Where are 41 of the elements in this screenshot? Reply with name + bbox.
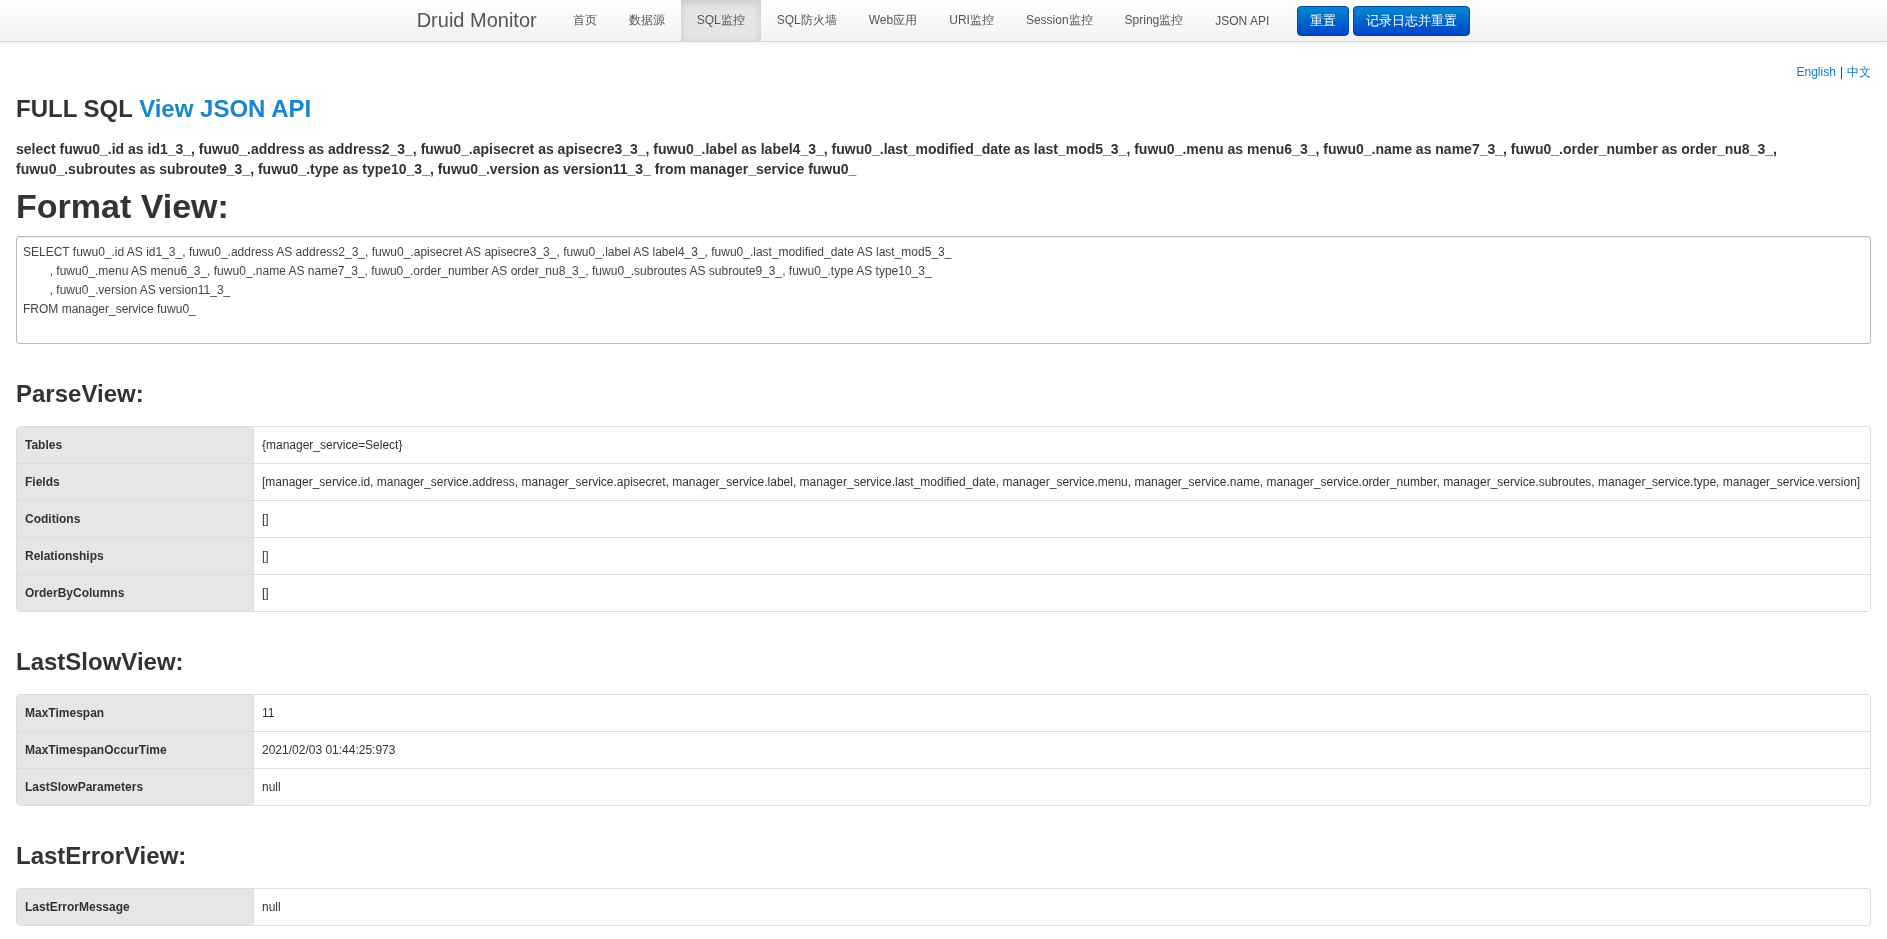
section-heading: ParseView: (16, 380, 145, 408)
row-label: LastErrorMessage (17, 889, 254, 925)
row-value: [] (261, 548, 270, 565)
row-label: MaxTimespanOccurTime (17, 732, 254, 768)
row-label: LastSlowParameters (17, 769, 254, 805)
row-label: OrderByColumns (17, 575, 254, 611)
section-heading: LastSlowView: (16, 648, 185, 676)
nav-tab[interactable]: SQL防火墙 (760, 0, 853, 41)
row-label: Relationships (17, 538, 254, 574)
row-value: [] (261, 511, 270, 528)
row-label: Coditions (17, 501, 254, 537)
sql-text: select fuwu0_.id as id1_3_, fuwu0_.address as address2_3_, fuwu0_.apisecret as apisecre3_3_, fuwu0_.label as label4_3_, fuwu0_.last_modified_date as last_mod5_3_, fuwu0_.menu as menu6_3_, fuwu0_.name as name7_3_, fuwu0_.order_number as order_nu8_3_, fuwu0_.subroutes as subroute9_3_, fuwu0_.type as type10_3_, fuwu0_.version as version11_3_ from manager_service fuwu0_ (16, 140, 1778, 179)
nav-tab[interactable]: 首页 (556, 0, 613, 41)
nav-tab[interactable]: URI监控 (933, 0, 1010, 41)
log-and-reset-button[interactable]: 记录日志并重置 (1353, 5, 1471, 36)
formatted-sql-field[interactable]: SELECT fuwu0_.id AS id1_3_, fuwu0_.address AS address2_3_, fuwu0_.apisecret AS apisecre3_3_, fuwu0_.label AS label4_3_, fuwu0_.last_modified_date AS last_mod5_3_ , fuwu0_.menu AS menu6_3_, fuwu0_.name AS name7_3_, fuwu0_.order_number AS order_nu8_3_, fuwu0_.subroutes AS subroute9_3_, fuwu0_.type AS type10_3_ , fuwu0_.version AS version11_3_ FROM manager_service fuwu0_ (16, 236, 1871, 344)
section-heading: LastErrorView: (16, 842, 188, 870)
row-value: null (261, 779, 282, 796)
language-link[interactable]: 中文 (1847, 65, 1871, 79)
separator: | (1839, 65, 1843, 79)
row-value: {manager_service=Select} (261, 437, 404, 454)
nav-tab[interactable]: Web应用 (852, 0, 934, 41)
row-value: null (261, 899, 282, 916)
language-link[interactable]: English (1796, 65, 1836, 79)
nav-tab[interactable]: JSON API (1199, 0, 1286, 41)
nav-tab[interactable]: Session监控 (1009, 0, 1109, 41)
brand-title[interactable]: Druid Monitor (416, 9, 557, 32)
nav-tab[interactable]: SQL监控 (680, 0, 761, 41)
nav-tab[interactable]: Spring监控 (1108, 0, 1200, 41)
row-label: MaxTimespan (17, 695, 254, 731)
row-label: Fields (17, 464, 254, 500)
section-heading: Format View: (16, 187, 230, 226)
reset-button[interactable]: 重置 (1297, 5, 1350, 36)
row-value: [manager_service.id, manager_service.address, manager_service.apisecret, manager_service.label, manager_service.last_modified_date, manager_service.menu, manager_service.name, manager_service.order_number, manager_service.subroutes, manager_service.type, manager_service.version] (261, 474, 1862, 491)
nav-tab[interactable]: 数据源 (612, 0, 681, 41)
page-title: FULL SQL (16, 95, 134, 122)
row-value: 2021/02/03 01:44:25:973 (261, 742, 397, 759)
row-value: 11 (261, 705, 276, 722)
json-api-link[interactable]: View JSON API (139, 95, 312, 122)
row-label: Tables (17, 427, 254, 463)
row-value: [] (261, 585, 270, 602)
